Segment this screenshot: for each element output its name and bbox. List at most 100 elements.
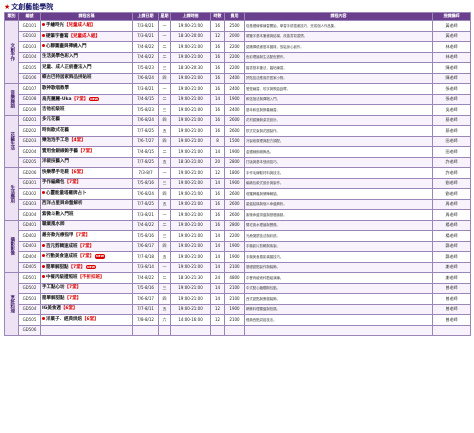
course-name-cell[interactable]: 紫微斗數入門班 bbox=[40, 209, 133, 221]
course-fee: 2600 bbox=[224, 114, 245, 126]
new-badge-icon: NEW bbox=[89, 96, 100, 101]
course-description: 星盤結構與個人命盤解析。 bbox=[244, 198, 433, 210]
table-row[interactable]: 文創手作 GD101 手繪時光【兒童成人組】 7/3-8/21 一 19:00-21:00… bbox=[4, 20, 471, 84]
course-name-cell[interactable]: 蝶古巴特居家飾品拼貼班 bbox=[40, 72, 133, 84]
table-row[interactable]: 烹飪料理 GD501 中餐丙級證照班【不折扣班】 7/4-8/22 二 18:30-21:… bbox=[4, 272, 471, 336]
table-row[interactable]: GD403 百元剪輯速成班【7堂】 7/6-8/17 四 19:00-21:00 14 19… bbox=[5, 240, 471, 252]
course-fee: 2200 bbox=[224, 41, 245, 53]
course-weekday: 一 bbox=[158, 30, 171, 42]
table-row[interactable]: 花藝生活 GD201 多元花藝 7/6-8/24 四 19:00-21:00 16 2600 花… bbox=[4, 114, 471, 168]
course-description: 陽宅風水理論與實務。 bbox=[244, 219, 433, 231]
course-name-cell[interactable]: 洋菓子．經典烘焙【6堂】 bbox=[40, 314, 133, 326]
course-fee: 1900 bbox=[224, 240, 245, 252]
course-name-cell[interactable]: 百元剪輯速成班【7堂】 bbox=[40, 240, 133, 252]
course-teacher: 劉老師 bbox=[432, 188, 471, 200]
course-date: 7/6-8/17 bbox=[132, 240, 159, 252]
course-fee: 2000 bbox=[224, 30, 245, 42]
course-time: 18:30-20:30 bbox=[170, 62, 211, 74]
table-row[interactable]: GD504 IG美食週【6堂】 7/7-8/11 五 19:00-21:00 12 1900… bbox=[5, 303, 471, 315]
table-row[interactable]: GD105 兒童、成人正統書法入門 7/5-8/23 三 18:30-20:30 16 22… bbox=[5, 62, 471, 74]
course-fee: 2400 bbox=[224, 83, 245, 95]
course-name-cell[interactable]: 洋裁技藝入門 bbox=[40, 156, 133, 168]
table-row[interactable]: GD303 西洋占星與命盤解析 7/7-8/25 五 19:00-21:00 16 2600… bbox=[5, 198, 471, 210]
course-description: 認識禪繞畫基本圖樣，放鬆身心創作。 bbox=[244, 41, 433, 53]
table-row[interactable]: GD104 生活美學色彩入門 7/4-8/22 二 19:00-21:00 16 2200 色… bbox=[5, 51, 471, 63]
course-name-cell[interactable]: 烏克麗麗-Uka【7堂】 NEW bbox=[40, 93, 133, 105]
table-row[interactable]: GD402 最夯款光療指甲【7堂】 7/5-8/16 三 19:00-21:00 14 22… bbox=[5, 230, 471, 242]
course-name: 手作編織包 bbox=[42, 180, 65, 185]
course-name-cell[interactable]: 行動美食速成班【7堂】 NEW bbox=[40, 251, 133, 263]
table-row[interactable]: GD302 心靈能量塔羅牌占卜 7/6-8/24 四 19:00-21:00 16 2600… bbox=[5, 188, 471, 200]
course-date: 7/4-8/15 bbox=[132, 93, 159, 105]
table-row[interactable]: GD304 紫微斗數入門班 7/3-8/21 一 19:00-21:00 16 2600 紫微… bbox=[5, 209, 471, 221]
course-weekday: 一 bbox=[158, 20, 171, 32]
course-name-cell[interactable]: 生活美學色彩入門 bbox=[40, 51, 133, 63]
course-name-cell[interactable]: 實用金銀線鉤手藝【7堂】 bbox=[40, 146, 133, 158]
table-row[interactable]: 音樂舞蹈 GD107 歌神歌唱教學 7/3-8/21 一 19:00-21:00 16 240… bbox=[4, 83, 471, 116]
course-weekday: 三 bbox=[158, 104, 171, 116]
course-hours: 12 bbox=[210, 167, 225, 179]
course-name-cell[interactable]: 快樂學手毛鞋【6堂】 bbox=[40, 167, 133, 179]
course-name-cell[interactable]: 簡單解甜點【7堂】 bbox=[40, 293, 133, 305]
course-name-cell[interactable]: IG美食週【6堂】 bbox=[40, 303, 133, 315]
course-time: 19:00-21:00 bbox=[170, 282, 211, 294]
course-description: 經典西點烘焙技法。 bbox=[244, 314, 433, 326]
course-date: 7/3-8/21 bbox=[132, 209, 159, 221]
course-name-cell[interactable]: 多元花藝 bbox=[40, 114, 133, 126]
course-hours: 16 bbox=[210, 114, 225, 126]
table-row[interactable]: GD503 簡單解甜點【7堂】 7/6-8/17 四 19:00-21:00 14 2100… bbox=[5, 293, 471, 305]
table-row[interactable]: GD502 手工點心坊【7堂】 7/5-8/16 三 19:00-21:00 14 2100… bbox=[5, 282, 471, 294]
table-row[interactable]: GD103 心靜圖畫與禪繞入門 7/4-8/22 二 19:00-21:00 16 2200… bbox=[5, 41, 471, 53]
course-tag: 【6堂】 bbox=[60, 306, 78, 311]
course-name-cell[interactable]: 職業風水師 bbox=[40, 219, 133, 231]
table-row[interactable]: GD301 手作編織包【7堂】 7/5-8/16 三 19:00-21:00 14 1900… bbox=[5, 177, 471, 189]
course-name-cell[interactable]: 心靈能量塔羅牌占卜 bbox=[40, 188, 133, 200]
course-name-cell[interactable]: 時尚歐式花藝 bbox=[40, 125, 133, 137]
course-name-cell[interactable]: 中餐丙級證照班【不折扣班】 bbox=[40, 272, 133, 284]
course-tag: 【7堂】 bbox=[64, 285, 82, 290]
table-row[interactable]: GD205 洋裁技藝入門 7/7-8/25 五 18:30-21:00 20 2800 打版與… bbox=[5, 156, 471, 168]
table-row[interactable]: 攝影影像 GD401 職業風水師 7/4-8/22 二 19:00-21:00 16 2800… bbox=[4, 219, 471, 273]
table-row[interactable]: GD102 硬筆字書寫【兒童成人組】 7/3-8/21 一 18:30-20:00 12 2… bbox=[5, 30, 471, 42]
course-name-cell[interactable]: 硬筆字書寫【兒童成人組】 bbox=[40, 30, 133, 42]
table-row[interactable]: 生活應用 GD206 快樂學手毛鞋【6堂】 7/3-8/7 一 19:00-21:00 12… bbox=[4, 167, 471, 221]
table-row[interactable]: GD203 樂泡泡手工皂【4堂】 7/6-7/27 四 19:00-21:00 8 1500… bbox=[5, 135, 471, 147]
table-row[interactable]: GD405 簡單解甜點【7堂】 NEW 7/3-8/14 一 19:00-21:00 14 2… bbox=[5, 261, 471, 273]
course-name-cell[interactable]: 最夯款光療指甲【7堂】 bbox=[40, 230, 133, 242]
course-name-cell[interactable] bbox=[40, 324, 133, 336]
course-name-cell[interactable]: 手工點心坊【7堂】 bbox=[40, 282, 133, 294]
course-fee: 2400 bbox=[224, 72, 245, 84]
table-row[interactable]: GD108 烏克麗麗-Uka【7堂】 NEW 7/4-8/15 二 19:00-21:00… bbox=[5, 93, 471, 105]
course-time: 19:00-21:00 bbox=[170, 177, 211, 189]
table-row[interactable]: GD506 bbox=[5, 324, 471, 336]
star-icon: ★ bbox=[4, 3, 11, 11]
course-date: 7/7-8/11 bbox=[132, 303, 159, 315]
course-description: 西式甜點與蛋糕裝飾。 bbox=[244, 293, 433, 305]
course-weekday: 五 bbox=[158, 156, 171, 168]
course-name: IG美食週 bbox=[42, 306, 61, 311]
course-name: 職業風水師 bbox=[42, 222, 65, 227]
course-name-cell[interactable]: 簡單解甜點【7堂】 NEW bbox=[40, 261, 133, 273]
course-name-cell[interactable]: 歌神歌唱教學 bbox=[40, 83, 133, 95]
course-teacher: 吳老師 bbox=[432, 104, 471, 116]
course-name-cell[interactable]: 手作編織包【7堂】 bbox=[40, 177, 133, 189]
table-row[interactable]: GD505 洋菓子．經典烘焙【6堂】 7/8-8/12 六 14:00-16:00 12 2… bbox=[5, 314, 471, 326]
course-description: 和弦指法與彈唱入門。 bbox=[244, 93, 433, 105]
table-row[interactable]: GD404 行動美食速成班【7堂】 NEW 7/7-8/18 五 19:00-21:00 1… bbox=[5, 251, 471, 263]
table-row[interactable]: GD106 蝶古巴特居家飾品拼貼班 7/6-8/24 四 19:00-21:00 16 24… bbox=[5, 72, 471, 84]
course-description: 手機美食攝影構圖技巧。 bbox=[244, 251, 433, 263]
course-name-cell[interactable]: 兒童、成人正統書法入門 bbox=[40, 62, 133, 74]
course-hours: 24 bbox=[210, 272, 225, 284]
course-name-cell[interactable]: 樂泡泡手工皂【4堂】 bbox=[40, 135, 133, 147]
course-name-cell[interactable]: 西洋占星與命盤解析 bbox=[40, 198, 133, 210]
table-row[interactable]: GD109 吉他初級班 7/5-8/23 三 19:00-21:00 16 2400 基本和弦… bbox=[5, 104, 471, 116]
course-name-cell[interactable]: 手繪時光【兒童成人組】 bbox=[40, 20, 133, 32]
course-tag: 【7堂】 bbox=[77, 254, 95, 259]
course-fee: 1900 bbox=[224, 303, 245, 315]
table-row[interactable]: GD204 實用金銀線鉤手藝【7堂】 7/4-8/15 二 19:00-21:00 14 1… bbox=[5, 146, 471, 158]
table-row[interactable]: GD202 時尚歐式花藝 7/7-8/25 五 19:00-21:00 16 2600 歐式花… bbox=[5, 125, 471, 137]
course-name-cell[interactable]: 心靜圖畫與禪繞入門 bbox=[40, 41, 133, 53]
course-code: GD301 bbox=[18, 177, 41, 189]
course-name-cell[interactable]: 吉他初級班 bbox=[40, 104, 133, 116]
course-code: GD107 bbox=[18, 83, 41, 95]
